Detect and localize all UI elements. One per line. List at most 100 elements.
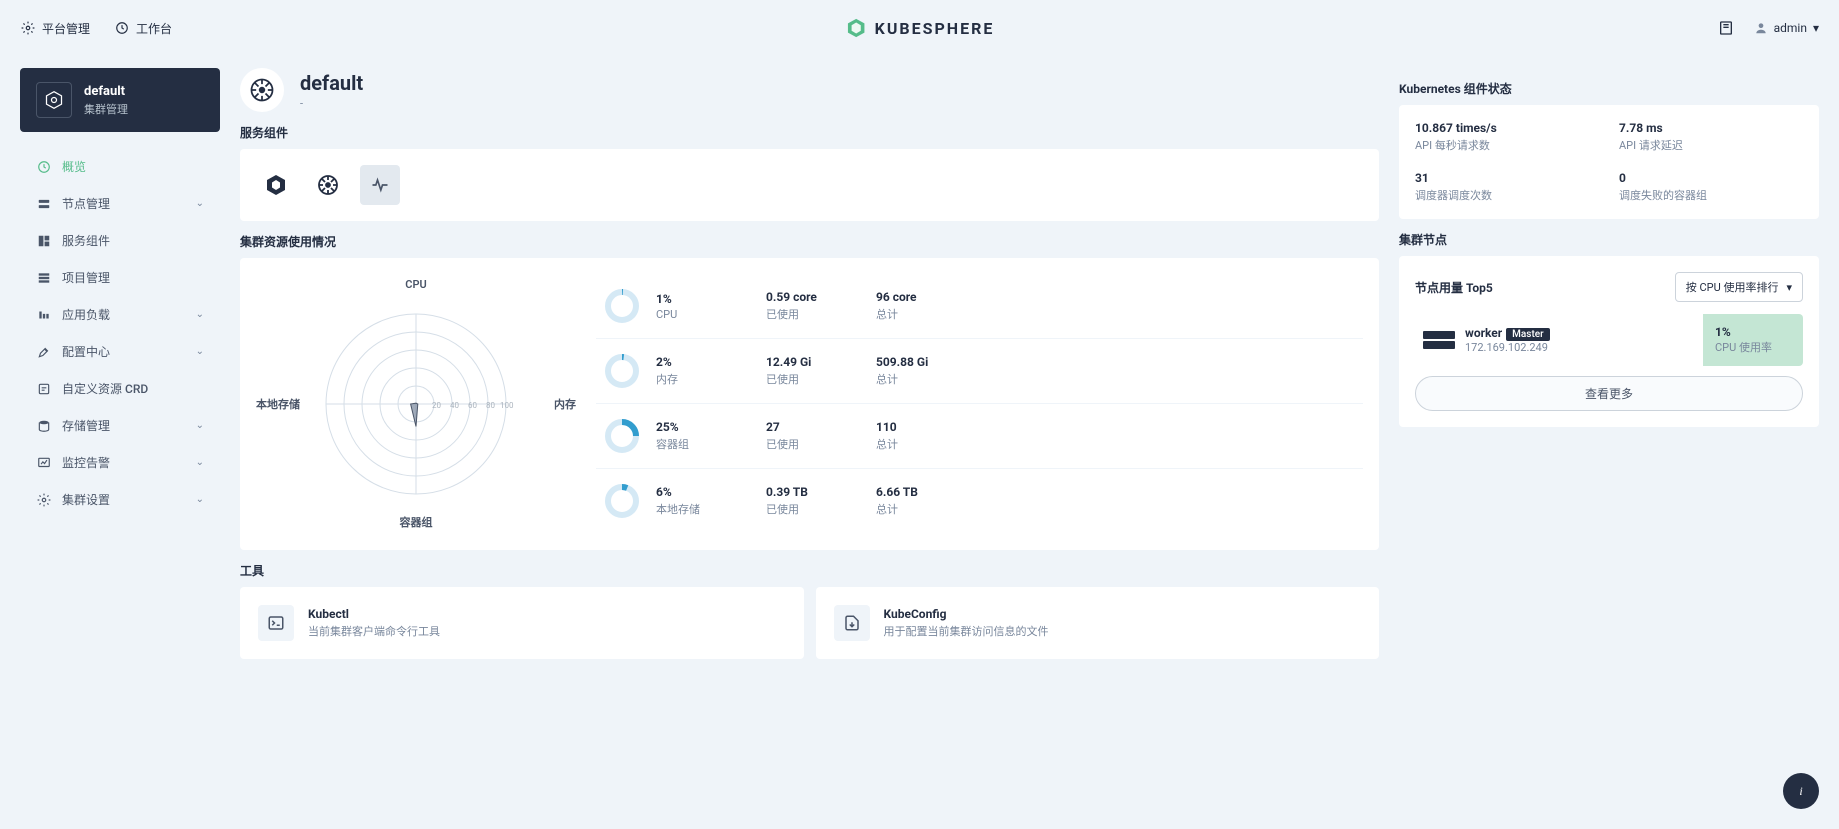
donut-icon	[604, 418, 640, 454]
metric-used-lbl: 已使用	[766, 306, 876, 322]
monitor-icon	[36, 455, 52, 471]
sidebar-subtitle: 集群管理	[84, 101, 128, 117]
k8s-lbl: 调度失败的容器组	[1619, 187, 1803, 203]
nodes-card: 节点用量 Top5 按 CPU 使用率排行 ▾ workerMaster172.…	[1399, 256, 1819, 427]
metric-total: 110	[876, 420, 1355, 434]
metric-pct: 25%	[656, 420, 766, 434]
metric-row-内存: 2%内存12.49 Gi已使用509.88 Gi总计	[596, 339, 1363, 404]
radar-chart: CPU 内存 容器组 本地存储 20 40 60 80 100	[256, 274, 576, 534]
wheel-icon	[240, 68, 284, 112]
radar-axis-memory: 内存	[554, 396, 576, 412]
tool-title: Kubectl	[308, 607, 440, 621]
workbench-link[interactable]: 工作台	[114, 20, 172, 37]
tool-card-kubectl[interactable]: Kubectl当前集群客户端命令行工具	[240, 587, 804, 659]
nodes-sort-dropdown[interactable]: 按 CPU 使用率排行 ▾	[1675, 272, 1803, 302]
sidebar-item-label: 存储管理	[62, 417, 110, 434]
metric-total-lbl: 总计	[876, 436, 1355, 452]
page-title: default	[300, 71, 363, 95]
radar-axis-storage: 本地存储	[256, 396, 300, 412]
svg-text:20: 20	[432, 401, 441, 410]
component-icons	[256, 165, 1363, 205]
sidebar-item-1[interactable]: 节点管理⌄	[20, 185, 220, 222]
download-icon	[834, 605, 870, 641]
k8s-stat-2: 31调度器调度次数	[1415, 171, 1599, 203]
user-name: admin	[1774, 21, 1807, 35]
sidebar-item-label: 概览	[62, 158, 86, 175]
metric-total-lbl: 总计	[876, 371, 1355, 387]
sidebar-item-7[interactable]: 存储管理 ⌄	[20, 407, 220, 444]
donut-icon	[604, 353, 640, 389]
overview-icon	[36, 159, 52, 175]
storage-icon	[36, 418, 52, 434]
sidebar-header[interactable]: default 集群管理	[20, 68, 220, 132]
master-badge: Master	[1506, 328, 1550, 341]
metric-row-本地存储: 6%本地存储0.39 TB已使用6.66 TB总计	[596, 469, 1363, 533]
left-column: default - 服务组件 集群资源使用情况 CPU 内存 容器组 本地存储	[240, 68, 1379, 659]
platform-manage-link[interactable]: 平台管理	[20, 20, 90, 37]
tool-card-kubeconfig[interactable]: KubeConfig用于配置当前集群访问信息的文件	[816, 587, 1380, 659]
node-pct-lbl: CPU 使用率	[1715, 339, 1791, 355]
section-components-title: 服务组件	[240, 124, 1379, 141]
tool-desc: 用于配置当前集群访问信息的文件	[884, 623, 1049, 639]
platform-manage-label: 平台管理	[42, 20, 90, 37]
page-subtitle: -	[300, 97, 363, 110]
k8s-val: 10.867 times/s	[1415, 121, 1599, 135]
metric-name: 内存	[656, 371, 766, 387]
sidebar-item-4[interactable]: 应用负载⌄	[20, 296, 220, 333]
metric-row-CPU: 1%CPU0.59 core已使用96 core总计	[596, 274, 1363, 339]
sidebar-item-label: 应用负载	[62, 306, 110, 323]
monitoring-component-icon[interactable]	[360, 165, 400, 205]
k8s-val: 31	[1415, 171, 1599, 185]
metric-used: 0.59 core	[766, 290, 876, 304]
view-more-button[interactable]: 查看更多	[1415, 376, 1803, 411]
settings-icon	[36, 492, 52, 508]
kubernetes-component-icon[interactable]	[308, 165, 348, 205]
sidebar-item-6[interactable]: 自定义资源 CRD	[20, 370, 220, 407]
terminal-icon	[258, 605, 294, 641]
chevron-down-icon: ⌄	[196, 198, 204, 209]
sidebar-item-3[interactable]: 项目管理	[20, 259, 220, 296]
components-icon	[36, 233, 52, 249]
sidebar-item-8[interactable]: 监控告警⌄	[20, 444, 220, 481]
sidebar-item-2[interactable]: 服务组件	[20, 222, 220, 259]
help-fab[interactable]: i	[1783, 773, 1819, 809]
chevron-down-icon: ⌄	[196, 420, 204, 431]
chevron-down-icon: ⌄	[196, 494, 204, 505]
metric-used: 0.39 TB	[766, 485, 876, 499]
metric-total: 96 core	[876, 290, 1355, 304]
workload-icon	[36, 307, 52, 323]
page-title-text-wrap: default -	[300, 71, 363, 110]
node-icon	[36, 196, 52, 212]
cluster-icon	[36, 82, 72, 118]
k8s-stat-0: 10.867 times/sAPI 每秒请求数	[1415, 121, 1599, 153]
section-tools-title: 工具	[240, 562, 1379, 579]
sidebar-item-9[interactable]: 集群设置⌄	[20, 481, 220, 518]
sidebar-item-0[interactable]: 概览	[20, 148, 220, 185]
k8s-val: 0	[1619, 171, 1803, 185]
nodes-header: 节点用量 Top5 按 CPU 使用率排行 ▾	[1415, 272, 1803, 302]
k8s-stat-3: 0 调度失败的容器组	[1619, 171, 1803, 203]
metric-used-lbl: 已使用	[766, 436, 876, 452]
metrics-list: 1%CPU0.59 core已使用96 core总计2%内存12.49 Gi已使…	[596, 274, 1363, 534]
svg-text:40: 40	[450, 401, 459, 410]
project-icon	[36, 270, 52, 286]
docs-icon[interactable]	[1718, 20, 1734, 36]
sidebar-item-label: 服务组件	[62, 232, 110, 249]
header-right: admin ▾	[1718, 20, 1819, 36]
node-row-0[interactable]: workerMaster172.169.102.2491%CPU 使用率	[1415, 314, 1803, 366]
section-nodes-title: 集群节点	[1399, 231, 1819, 248]
chevron-down-icon: ⌄	[196, 457, 204, 468]
radar-svg: 20 40 60 80 100	[316, 304, 516, 504]
svg-text:100: 100	[500, 401, 514, 410]
sidebar-item-label: 配置中心	[62, 343, 110, 360]
user-menu[interactable]: admin ▾	[1754, 21, 1819, 35]
metric-name: 容器组	[656, 436, 766, 452]
main: default - 服务组件 集群资源使用情况 CPU 内存 容器组 本地存储	[220, 68, 1819, 659]
metric-used-lbl: 已使用	[766, 371, 876, 387]
sidebar-item-5[interactable]: 配置中心⌄	[20, 333, 220, 370]
metric-used: 27	[766, 420, 876, 434]
usage-card: CPU 内存 容器组 本地存储 20 40 60 80 100	[240, 258, 1379, 550]
metric-pct: 6%	[656, 485, 766, 499]
kubesphere-component-icon[interactable]	[256, 165, 296, 205]
brand-icon	[845, 17, 867, 39]
